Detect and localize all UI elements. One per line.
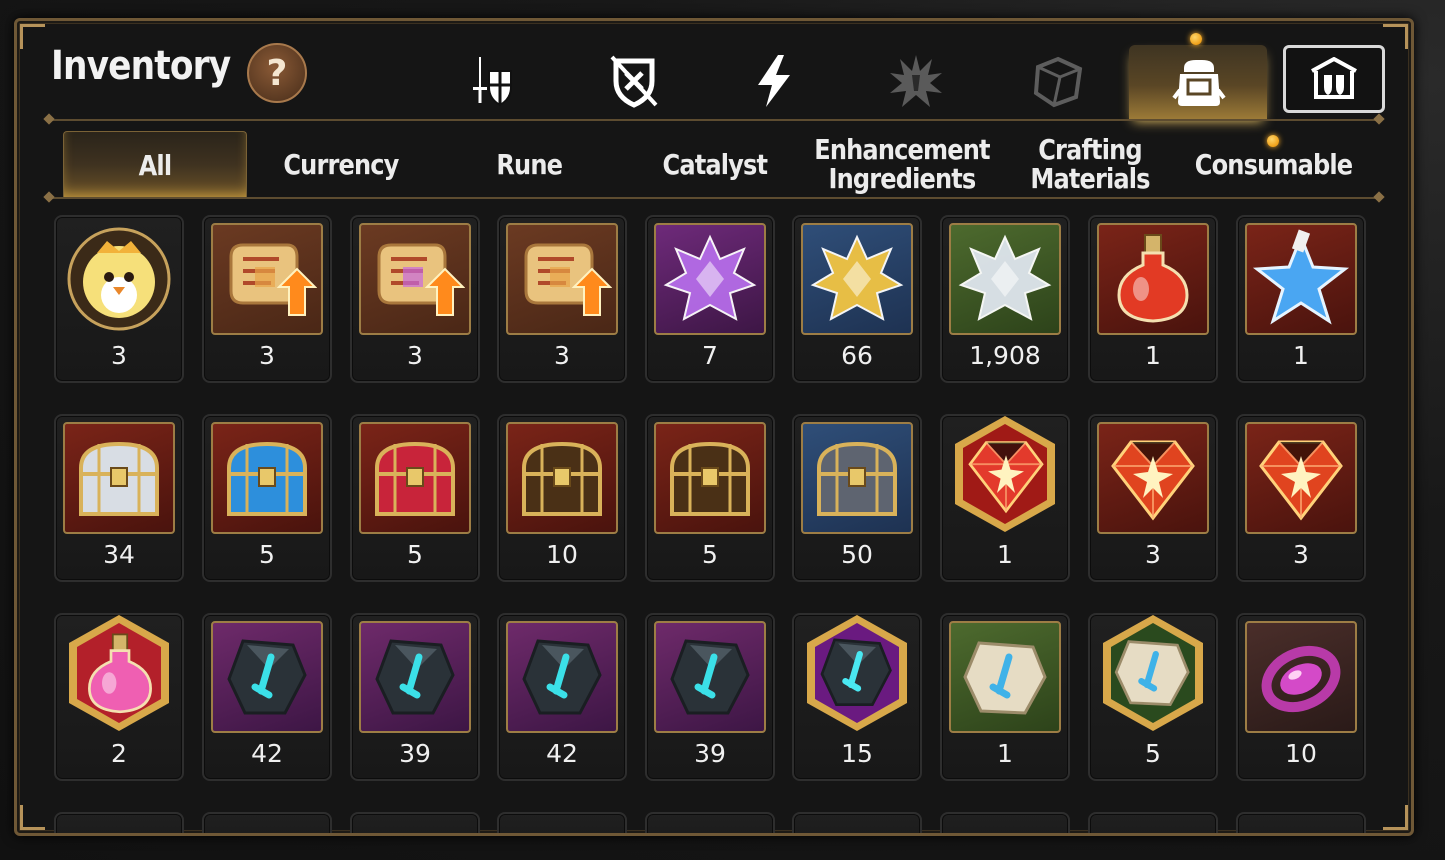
item-slot[interactable]: 39 — [350, 613, 480, 781]
chick-portrait-icon — [63, 223, 175, 335]
item-slot-partial[interactable] — [940, 812, 1070, 833]
wooden-chest-icon — [506, 422, 618, 534]
item-count: 1 — [997, 540, 1013, 569]
red-star-gem-icon — [949, 416, 1061, 534]
swirl-rune-icon — [359, 621, 471, 733]
star-potion-icon — [1245, 223, 1357, 335]
item-count: 1 — [1293, 341, 1309, 370]
item-count: 1 — [1145, 341, 1161, 370]
item-count: 66 — [841, 341, 873, 370]
item-count: 3 — [259, 341, 275, 370]
silver-crystal-icon — [949, 223, 1061, 335]
item-count: 3 — [1293, 540, 1309, 569]
item-slot[interactable]: 5 — [1088, 613, 1218, 781]
item-slot[interactable]: 2 — [54, 613, 184, 781]
item-count: 5 — [259, 540, 275, 569]
purple-crystal-icon — [654, 223, 766, 335]
item-slot[interactable]: 42 — [497, 613, 627, 781]
item-count: 42 — [251, 739, 283, 768]
item-count: 7 — [702, 341, 718, 370]
item-count: 3 — [111, 341, 127, 370]
item-slot[interactable]: 1 — [940, 414, 1070, 582]
item-slot[interactable]: 3 — [54, 215, 184, 383]
item-slot[interactable]: 1 — [940, 613, 1070, 781]
item-slot[interactable]: 1,908 — [940, 215, 1070, 383]
item-count: 15 — [841, 739, 873, 768]
rainbow-scroll-upgrade-icon — [359, 223, 471, 335]
item-slot[interactable]: 7 — [645, 215, 775, 383]
item-slot[interactable]: 42 — [202, 613, 332, 781]
item-count: 3 — [407, 341, 423, 370]
item-slot-partial[interactable] — [54, 812, 184, 833]
inventory-panel: Inventory ? All Currency Rune Catalyst E… — [14, 18, 1414, 836]
scroll-upgrade-icon — [506, 223, 618, 335]
item-count: 39 — [694, 739, 726, 768]
pink-gem-ring-icon — [1245, 621, 1357, 733]
item-count: 5 — [702, 540, 718, 569]
item-count: 10 — [1285, 739, 1317, 768]
gold-crystal-icon — [801, 223, 913, 335]
item-count: 42 — [546, 739, 578, 768]
star-rune-icon — [801, 615, 913, 733]
red-gem-icon — [1097, 422, 1209, 534]
item-count: 1 — [997, 739, 1013, 768]
item-slot-partial[interactable] — [792, 812, 922, 833]
item-count: 10 — [546, 540, 578, 569]
steel-chest-icon — [801, 422, 913, 534]
sword-rune-icon — [211, 621, 323, 733]
item-slot[interactable]: 10 — [497, 414, 627, 582]
blue-chest-icon — [211, 422, 323, 534]
item-slot[interactable]: 15 — [792, 613, 922, 781]
item-slot[interactable]: 66 — [792, 215, 922, 383]
stone-sword-rune-icon — [949, 621, 1061, 733]
red-chest-icon — [359, 422, 471, 534]
item-count: 34 — [103, 540, 135, 569]
item-slot-partial[interactable] — [350, 812, 480, 833]
item-count: 2 — [111, 739, 127, 768]
item-slot[interactable]: 34 — [54, 414, 184, 582]
item-slot[interactable]: 3 — [350, 215, 480, 383]
item-slot[interactable]: 3 — [497, 215, 627, 383]
wooden-chest-icon — [654, 422, 766, 534]
item-slot[interactable]: 3 — [1236, 414, 1366, 582]
item-count: 1,908 — [969, 341, 1041, 370]
item-slot-partial[interactable] — [645, 812, 775, 833]
item-slot[interactable]: 5 — [202, 414, 332, 582]
item-count: 3 — [1145, 540, 1161, 569]
item-slot[interactable]: 5 — [350, 414, 480, 582]
boot-rune-icon — [654, 621, 766, 733]
item-count: 50 — [841, 540, 873, 569]
item-slot[interactable]: 39 — [645, 613, 775, 781]
item-slot[interactable]: 50 — [792, 414, 922, 582]
red-potion-icon — [1097, 223, 1209, 335]
stone-star-rune-icon — [1097, 615, 1209, 733]
item-slot-partial[interactable] — [202, 812, 332, 833]
item-slot-partial[interactable] — [1236, 812, 1366, 833]
item-slot[interactable]: 1 — [1088, 215, 1218, 383]
pink-potion-icon — [63, 615, 175, 733]
silver-chest-icon — [63, 422, 175, 534]
item-slot-partial[interactable] — [497, 812, 627, 833]
item-count: 3 — [554, 341, 570, 370]
scroll-upgrade-icon — [211, 223, 323, 335]
item-slot[interactable]: 3 — [202, 215, 332, 383]
item-slot[interactable]: 3 — [1088, 414, 1218, 582]
item-count: 5 — [407, 540, 423, 569]
item-count: 39 — [399, 739, 431, 768]
item-count: 5 — [1145, 739, 1161, 768]
item-slot-partial[interactable] — [1088, 812, 1218, 833]
item-slot[interactable]: 1 — [1236, 215, 1366, 383]
armor-rune-icon — [506, 621, 618, 733]
red-gem-icon — [1245, 422, 1357, 534]
item-grid: 3 3 3 3 7 66 1,908 1 1 34 5 5 10 5 50 133 2 42 39 42 39 15… — [17, 21, 1411, 833]
item-slot[interactable]: 10 — [1236, 613, 1366, 781]
item-slot[interactable]: 5 — [645, 414, 775, 582]
